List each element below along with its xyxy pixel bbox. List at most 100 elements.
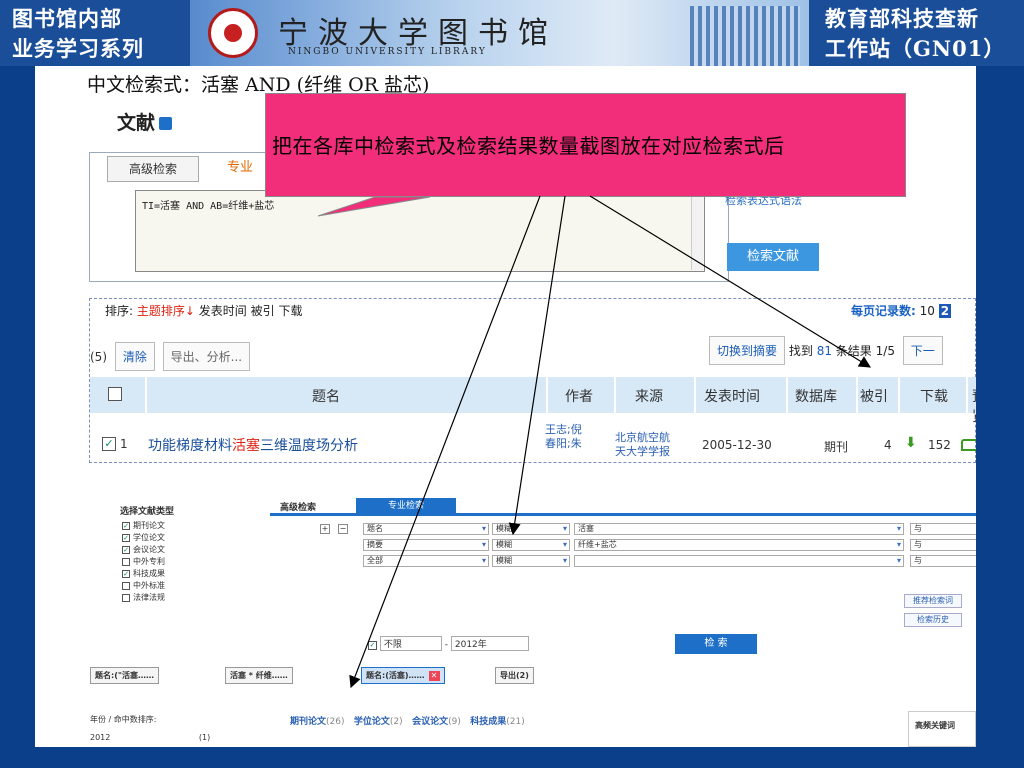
group-item[interactable]: 学位论文(2) — [354, 717, 403, 727]
group-item[interactable]: 会议论文(9) — [412, 717, 461, 727]
term-input[interactable] — [574, 555, 904, 567]
tab-professional[interactable]: 专业检索 — [356, 498, 456, 515]
type-checkbox[interactable] — [122, 581, 130, 590]
col-author[interactable]: 作者 — [565, 386, 593, 406]
breadcrumb-item[interactable]: 活塞 * 纤维…… — [225, 667, 293, 684]
match-select[interactable]: 模糊 — [492, 539, 570, 551]
logic-select[interactable]: 与 — [910, 539, 976, 551]
col-database[interactable]: 数据库 — [795, 386, 837, 406]
field-select[interactable]: 全部 — [363, 555, 489, 567]
switch-abstract-button[interactable]: 切换到摘要 — [709, 336, 786, 365]
type-label: 会议论文 — [133, 545, 165, 554]
type-item[interactable]: ✓ 会议论文 — [122, 544, 165, 556]
author-cell[interactable]: 王志;倪 春阳;朱 — [545, 423, 582, 451]
found-suffix: 条结果 — [835, 344, 872, 358]
logic-select[interactable]: 与 — [910, 555, 976, 567]
type-item[interactable]: 中外专利 — [122, 556, 165, 568]
series-title: 图书馆内部 业务学习系列 — [0, 0, 190, 66]
col-source[interactable]: 来源 — [635, 386, 663, 406]
remove-row-icon[interactable]: − — [338, 524, 348, 534]
term-input[interactable]: 活塞 — [574, 523, 904, 535]
col-cited[interactable]: 被引 — [860, 386, 888, 406]
group-item[interactable]: 科技成果(21) — [470, 717, 525, 727]
type-filter-title: 选择文献类型 — [120, 507, 175, 517]
select-all-checkbox[interactable] — [108, 387, 122, 401]
type-item[interactable]: 法律法规 — [122, 592, 165, 604]
collapse-icon[interactable] — [159, 117, 173, 130]
cited-cell[interactable]: 4 — [884, 438, 892, 452]
year-item[interactable]: 2012 (1) — [90, 733, 210, 742]
tab-advanced-search[interactable]: 高级检索 — [107, 156, 199, 182]
source-cell[interactable]: 北京航空航 天大学学报 — [615, 431, 670, 459]
type-checkbox[interactable]: ✓ — [122, 545, 130, 554]
type-item[interactable]: ✓ 期刊论文 — [122, 520, 165, 532]
logic-select[interactable]: 与 — [910, 523, 976, 535]
selected-count: (5) — [90, 350, 107, 364]
row-checkbox[interactable]: ✓ — [102, 437, 116, 451]
year-to-select[interactable]: 2012年 — [450, 636, 529, 651]
selection-bar: (5) 清除 导出、分析... — [90, 342, 251, 371]
group-count: (26) — [326, 717, 345, 727]
col-downloads[interactable]: 下载 — [920, 386, 948, 406]
per-page-10[interactable]: 10 — [920, 304, 935, 318]
type-checkbox[interactable] — [122, 557, 130, 566]
type-checkbox[interactable]: ✓ — [122, 521, 130, 530]
sort-time[interactable]: 发表时间 — [199, 304, 247, 318]
per-page-more[interactable]: 2 — [938, 304, 952, 318]
sort-cited[interactable]: 被引 — [251, 304, 275, 318]
field-select[interactable]: 摘要 — [363, 539, 489, 551]
type-checkbox[interactable]: ✓ — [122, 569, 130, 578]
type-item[interactable]: ✓ 学位论文 — [122, 532, 165, 544]
match-select[interactable]: 模糊 — [492, 523, 570, 535]
type-checkbox[interactable]: ✓ — [122, 533, 130, 542]
year-checkbox[interactable]: ✓ — [368, 641, 377, 650]
term-input[interactable]: 纤维+盐芯 — [574, 539, 904, 551]
expression-scrollbar[interactable] — [691, 192, 703, 270]
type-label: 中外专利 — [133, 557, 165, 566]
breadcrumb-item-active[interactable]: 题名:(活塞)…… ✕ — [361, 667, 445, 684]
group-label: 学位论文 — [353, 717, 390, 727]
header-banner: 图书馆内部 业务学习系列 宁波大学图书馆 NINGBO UNIVERSITY L… — [0, 0, 1024, 66]
year-from-select[interactable]: 不限 — [379, 636, 442, 651]
export-button[interactable]: 导出、分析... — [162, 342, 251, 371]
preview-book-icon[interactable] — [961, 439, 976, 451]
advanced-search-button[interactable]: 检 索 — [675, 634, 757, 654]
next-page-button[interactable]: 下一 — [902, 336, 943, 365]
download-icon[interactable]: ⬇ — [905, 435, 917, 451]
search-mode-tabs: 高级检索 专业检索 — [270, 496, 976, 516]
export-count[interactable]: 导出(2) — [495, 667, 534, 684]
year-sort-label[interactable]: 年份 / 命中数排序: — [90, 714, 210, 725]
tab-advanced[interactable]: 高级检索 — [280, 500, 316, 513]
type-item[interactable]: ✓ 科技成果 — [122, 568, 165, 580]
group-count: (21) — [506, 717, 525, 727]
sort-topic[interactable]: 主题排序↓ — [137, 304, 195, 318]
breadcrumb-item[interactable]: 题名:("活塞…… — [90, 667, 160, 684]
column-divider — [145, 377, 147, 413]
type-item[interactable]: 中外标准 — [122, 580, 165, 592]
recommend-terms-button[interactable]: 推荐检索词 — [904, 594, 962, 608]
search-documents-button[interactable]: 检索文献 — [727, 243, 819, 271]
section-title: 文献 — [117, 108, 173, 135]
close-icon[interactable]: ✕ — [428, 671, 440, 681]
type-checkbox[interactable] — [122, 593, 130, 602]
expression-input[interactable]: TI=活塞 AND AB=纤维+盐芯 — [135, 190, 705, 272]
add-row-icon[interactable]: + — [320, 524, 330, 534]
sort-download[interactable]: 下载 — [278, 304, 302, 318]
field-select[interactable]: 题名 — [363, 523, 489, 535]
group-item[interactable]: 期刊论文(26) — [290, 717, 345, 727]
group-count: (2) — [389, 717, 403, 727]
column-divider — [614, 377, 616, 413]
year-range-dash: - — [444, 640, 448, 650]
sort-bar: 排序: 主题排序↓ 发表时间 被引 下载 — [105, 302, 302, 319]
sort-label: 排序: — [105, 304, 134, 318]
search-history-button[interactable]: 检索历史 — [904, 613, 962, 627]
match-select[interactable]: 模糊 — [492, 555, 570, 567]
type-label: 学位论文 — [133, 533, 165, 542]
clear-button[interactable]: 清除 — [114, 342, 155, 371]
found-prefix: 找到 — [788, 344, 813, 358]
result-title-link[interactable]: 功能梯度材料活塞三维温度场分析 — [148, 435, 358, 455]
title-part: 功能梯度材料 — [148, 438, 232, 454]
col-date[interactable]: 发表时间 — [704, 386, 760, 406]
col-title[interactable]: 题名 — [312, 386, 340, 406]
result-tools: 切换到摘要 找到 81 条结果 1/5 下一 — [705, 336, 943, 365]
